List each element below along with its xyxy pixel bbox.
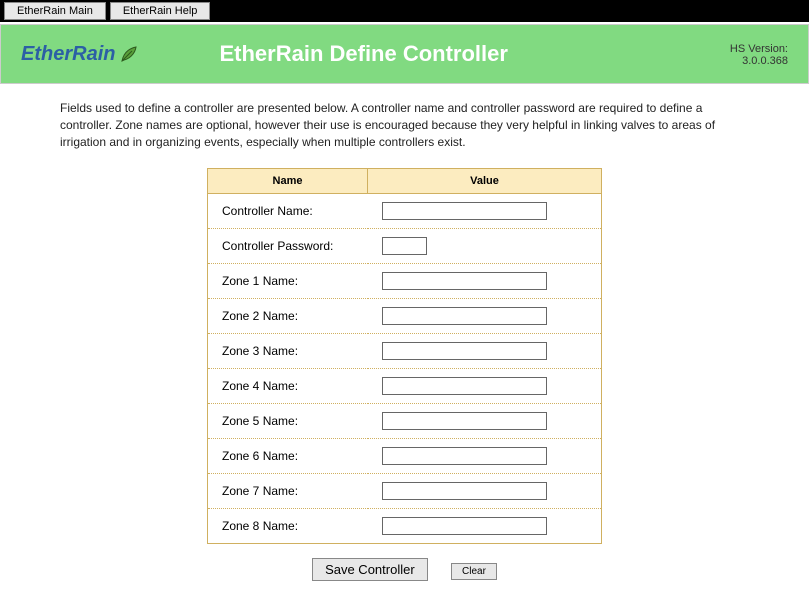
field-value-cell [368,509,602,544]
field-input[interactable] [382,412,547,430]
table-row: Zone 2 Name: [208,299,602,334]
field-label: Zone 7 Name: [208,474,368,509]
field-input[interactable] [382,307,547,325]
content: Fields used to define a controller are p… [0,84,809,597]
field-value-cell [368,229,602,264]
page-header: EtherRain EtherRain Define Controller HS… [0,24,809,84]
field-label: Zone 1 Name: [208,264,368,299]
version-info: HS Version: 3.0.0.368 [730,43,788,67]
table-row: Zone 3 Name: [208,334,602,369]
table-row: Zone 8 Name: [208,509,602,544]
field-value-cell [368,264,602,299]
field-input[interactable] [382,377,547,395]
field-label: Zone 6 Name: [208,439,368,474]
field-label: Zone 3 Name: [208,334,368,369]
column-header-value: Value [368,169,602,194]
description-text: Fields used to define a controller are p… [30,100,779,150]
page-title: EtherRain Define Controller [219,41,507,67]
field-value-cell [368,474,602,509]
field-input[interactable] [382,237,427,255]
field-input[interactable] [382,272,547,290]
table-row: Zone 4 Name: [208,369,602,404]
field-value-cell [368,404,602,439]
version-value: 3.0.0.368 [730,55,788,67]
field-label: Zone 4 Name: [208,369,368,404]
logo-text: EtherRain [21,43,115,66]
table-row: Zone 6 Name: [208,439,602,474]
logo: EtherRain [21,43,139,66]
field-label: Zone 8 Name: [208,509,368,544]
field-input[interactable] [382,202,547,220]
table-row: Zone 7 Name: [208,474,602,509]
field-input[interactable] [382,447,547,465]
field-value-cell [368,334,602,369]
table-row: Controller Name: [208,194,602,229]
table-row: Zone 5 Name: [208,404,602,439]
field-input[interactable] [382,517,547,535]
field-label: Zone 5 Name: [208,404,368,439]
controller-form-table: Name Value Controller Name:Controller Pa… [207,168,602,544]
field-value-cell [368,369,602,404]
leaf-icon [119,44,139,64]
field-label: Zone 2 Name: [208,299,368,334]
nav-main-button[interactable]: EtherRain Main [4,2,106,20]
field-value-cell [368,299,602,334]
button-row: Save Controller Clear [30,558,779,581]
field-label: Controller Name: [208,194,368,229]
field-input[interactable] [382,482,547,500]
column-header-name: Name [208,169,368,194]
table-row: Controller Password: [208,229,602,264]
version-label: HS Version: [730,43,788,55]
table-row: Zone 1 Name: [208,264,602,299]
field-value-cell [368,439,602,474]
top-nav: EtherRain Main EtherRain Help [0,0,809,22]
field-label: Controller Password: [208,229,368,264]
field-value-cell [368,194,602,229]
save-controller-button[interactable]: Save Controller [312,558,428,581]
field-input[interactable] [382,342,547,360]
clear-button[interactable]: Clear [451,563,497,580]
nav-help-button[interactable]: EtherRain Help [110,2,211,20]
